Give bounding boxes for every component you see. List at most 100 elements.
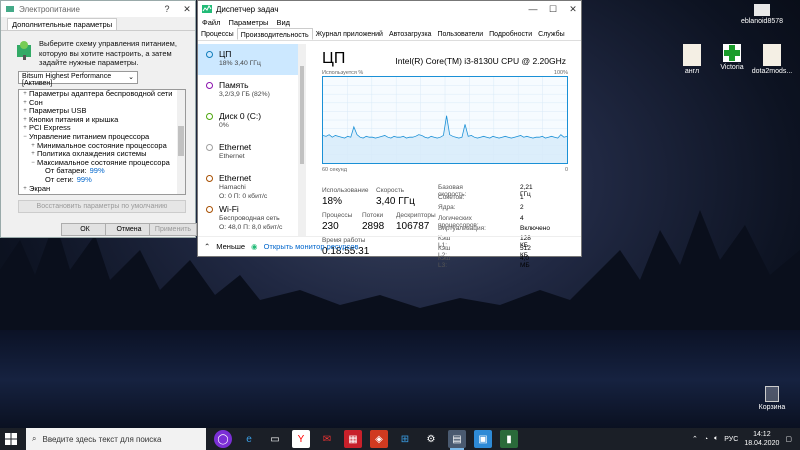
desktop-icon-user[interactable]: eblanoid8578 <box>740 4 784 26</box>
desktop-icon-angl[interactable]: англ <box>670 44 714 76</box>
close-icon[interactable]: ✕ <box>565 4 581 15</box>
menu-options[interactable]: Параметры <box>228 17 268 28</box>
notifications-icon[interactable]: ▢ <box>785 435 792 443</box>
maximize-icon[interactable]: ☐ <box>545 4 561 15</box>
store-icon[interactable]: ⊞ <box>396 430 414 448</box>
tree-item[interactable]: + Экран <box>19 184 185 194</box>
menu-view[interactable]: Вид <box>276 17 290 28</box>
menu-file[interactable]: Файл <box>202 17 220 28</box>
fewer-details-link[interactable]: Меньше <box>216 242 245 251</box>
tree-item[interactable]: От батареи: 99% <box>19 167 185 176</box>
tab-details[interactable]: Подробности <box>486 28 535 40</box>
detail-label: Кэш L3: <box>438 255 451 270</box>
expand-toggle-icon[interactable]: + <box>21 116 29 125</box>
tab-startup[interactable]: Автозагрузка <box>386 28 434 40</box>
desktop-icon-recycle-bin[interactable]: Корзина <box>750 386 794 412</box>
taskbar-apps: ◯ e ▭ Y ✉ ▦ ◈ ⊞ ⚙ ▤ ▣ ▮ <box>214 430 518 450</box>
open-resource-monitor-link[interactable]: Открыть монитор ресурсов <box>264 242 359 251</box>
steam-icon[interactable]: ⚙ <box>422 430 440 448</box>
expand-toggle-icon[interactable]: + <box>29 142 37 151</box>
tab-users[interactable]: Пользователи <box>434 28 486 40</box>
chevron-up-icon[interactable]: ⌃ <box>204 242 210 251</box>
alice-icon[interactable]: ◯ <box>214 430 232 448</box>
chevron-up-icon[interactable]: ⌃ <box>692 435 698 443</box>
tab-services[interactable]: Службы <box>535 28 568 40</box>
taskbar: ⌕ Введите здесь текст для поиска ◯ e ▭ Y… <box>0 428 800 450</box>
resource-detail: 18% 3,40 ГГц <box>219 60 261 67</box>
resource-ring-icon <box>206 144 213 151</box>
cpu-usage-graph <box>322 76 568 164</box>
tm-title: Диспетчер задач <box>216 4 279 14</box>
resource-detail: 0% <box>219 122 229 129</box>
tree-item-value[interactable]: 99% <box>77 175 92 185</box>
clock[interactable]: 14:12 18.04.2020 <box>744 430 779 448</box>
desktop-icon-victoria[interactable]: Victoria <box>710 44 754 72</box>
document-icon <box>763 44 781 66</box>
task-manager-taskbar-icon[interactable]: ▤ <box>448 430 466 450</box>
file-icon <box>754 4 770 16</box>
cancel-button[interactable]: Отмена <box>105 223 153 236</box>
resource-name: Ethernet <box>219 173 252 183</box>
expand-toggle-icon[interactable]: + <box>29 150 37 159</box>
desktop-icon-dota2mods[interactable]: dota2mods... <box>750 44 794 76</box>
close-icon[interactable]: ✕ <box>179 4 195 15</box>
tab-performance[interactable]: Производительность <box>236 28 313 40</box>
expand-toggle-icon[interactable]: + <box>21 107 29 116</box>
power-icon <box>6 6 14 12</box>
minimize-icon[interactable]: — <box>525 4 541 14</box>
edge-icon[interactable]: e <box>240 430 258 448</box>
windows-icon <box>5 433 17 445</box>
tree-scrollbar[interactable] <box>177 90 185 194</box>
tree-item[interactable]: + Параметры адаптера беспроводной сети <box>19 90 185 99</box>
graph-min: 0 <box>564 167 568 173</box>
expand-toggle-icon[interactable]: − <box>21 133 29 142</box>
apply-button[interactable]: Применить <box>149 223 197 236</box>
task-view-icon[interactable]: ▭ <box>266 430 284 448</box>
green-app-icon[interactable]: ▮ <box>500 430 518 448</box>
remote-app-icon[interactable]: ▣ <box>474 430 492 448</box>
resource-rate: О: 48,0 П: 8,0 кбит/с <box>219 223 283 231</box>
desktop-icon-label: Корзина <box>758 404 786 411</box>
resource-item[interactable]: ЦП 18% 3,40 ГГц <box>198 44 298 75</box>
expand-toggle-icon[interactable]: + <box>21 124 29 133</box>
volume-icon[interactable]: 🔈︎ <box>714 435 718 443</box>
resource-item[interactable]: Wi-Fi Беспроводная сеть О: 48,0 П: 8,0 кби… <box>198 199 298 231</box>
resource-ring-icon <box>206 51 213 58</box>
help-icon[interactable]: ? <box>159 4 175 14</box>
taskbar-search[interactable]: ⌕ Введите здесь текст для поиска <box>26 428 206 450</box>
start-button[interactable] <box>0 428 22 450</box>
ok-button[interactable]: ОК <box>61 223 109 236</box>
expand-toggle-icon[interactable]: + <box>21 99 29 108</box>
tab-processes[interactable]: Процессы <box>198 28 237 40</box>
resource-list-scrollbar[interactable] <box>298 44 306 236</box>
expand-toggle-icon[interactable]: + <box>21 185 29 194</box>
resource-detail: Hamachi <box>219 184 246 191</box>
desktop-icon-label: eblanoid8578 <box>740 18 784 25</box>
resource-ring-icon <box>206 82 213 89</box>
resource-item[interactable]: Диск 0 (C:) 0% <box>198 106 298 137</box>
resource-ring-icon <box>206 175 213 182</box>
detail-value: 1 <box>520 194 524 202</box>
task-manager-icon <box>202 5 212 13</box>
yandex-browser-icon[interactable]: Y <box>292 430 310 448</box>
resource-monitor-icon: ◉ <box>251 242 258 251</box>
expand-toggle-icon[interactable]: − <box>29 159 37 168</box>
power-plan-icon <box>17 41 31 60</box>
tab-advanced[interactable]: Дополнительные параметры <box>7 18 118 30</box>
language-indicator[interactable]: РУС <box>724 436 738 443</box>
mail-icon[interactable]: ✉ <box>318 430 336 448</box>
tm-footer: ⌃ Меньше ◉ Открыть монитор ресурсов <box>198 236 581 256</box>
plan-select[interactable]: Bitsum Highest Performance [Активен] ⌄ <box>18 71 138 87</box>
restore-defaults-button[interactable]: Восстановить параметры по умолчанию <box>18 200 186 213</box>
resource-item[interactable]: Ethernet Hamachi О: 0 П: 0 кбит/с <box>198 168 298 200</box>
resource-item[interactable]: Ethernet Ethernet <box>198 137 298 168</box>
tab-app-history[interactable]: Журнал приложений <box>313 28 386 40</box>
threads-value: 2898 <box>362 221 385 232</box>
network-icon[interactable]: ◔ <box>704 436 708 443</box>
resource-item[interactable]: Память 3,2/3,9 ГБ (82%) <box>198 75 298 106</box>
media-app-icon[interactable]: ◈ <box>370 430 388 448</box>
gift-app-icon[interactable]: ▦ <box>344 430 362 448</box>
cpu-model: Intel(R) Core(TM) i3-8130U CPU @ 2.20GHz <box>395 56 566 66</box>
settings-tree[interactable]: + Параметры адаптера беспроводной сети + Со… <box>18 89 186 195</box>
expand-toggle-icon[interactable]: + <box>21 90 29 99</box>
